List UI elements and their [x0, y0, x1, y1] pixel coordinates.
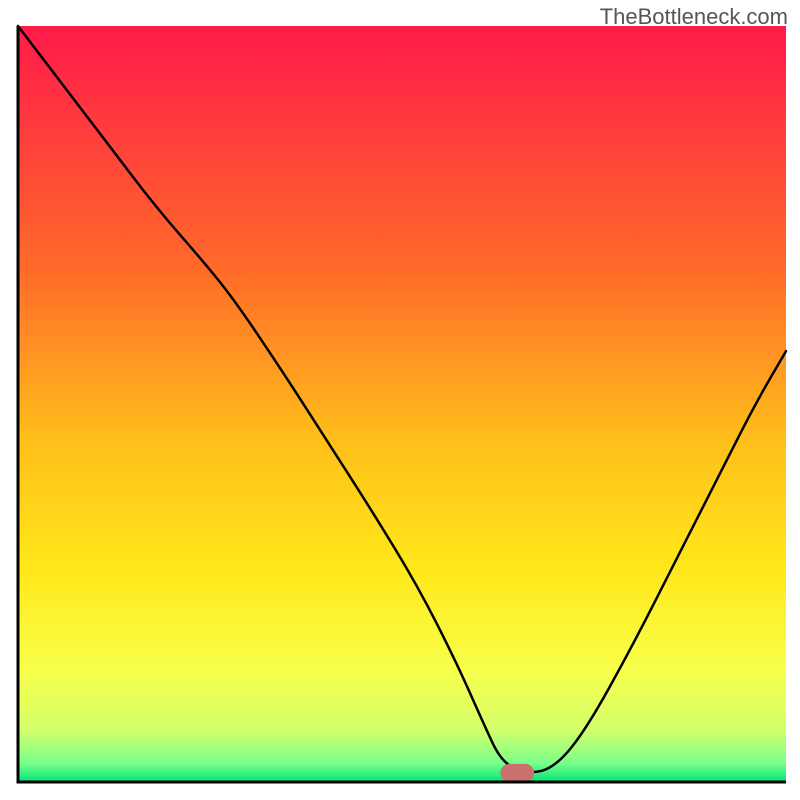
gradient-background [18, 26, 786, 782]
optimum-marker [500, 764, 534, 782]
bottleneck-chart: TheBottleneck.com [0, 0, 800, 800]
watermark-text: TheBottleneck.com [600, 4, 788, 30]
chart-canvas [0, 0, 800, 800]
